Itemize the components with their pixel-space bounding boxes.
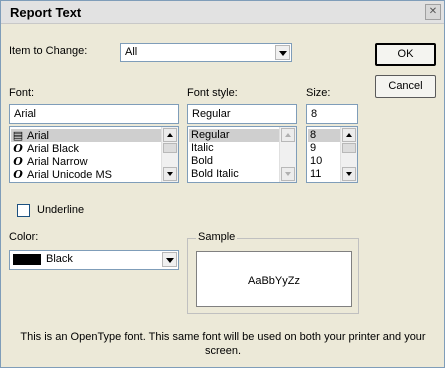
font-list-item[interactable]: ▤ Arial bbox=[11, 129, 161, 142]
cancel-button[interactable]: Cancel bbox=[375, 75, 436, 98]
color-label: Color: bbox=[9, 231, 39, 243]
dialog-title: Report Text bbox=[10, 5, 82, 20]
font-input-value: Arial bbox=[14, 108, 37, 120]
font-style-list-item[interactable]: Regular bbox=[189, 129, 279, 142]
opentype-icon: O bbox=[13, 142, 23, 155]
font-style-input-value: Regular bbox=[192, 108, 231, 120]
item-to-change-label: Item to Change: bbox=[9, 45, 88, 57]
font-style-list-item-label: Bold bbox=[191, 155, 214, 167]
scroll-thumb[interactable] bbox=[163, 143, 177, 153]
font-list-item[interactable]: O Arial Unicode MS bbox=[11, 168, 161, 181]
report-text-dialog: Report Text ✕ Item to Change: All OK Can… bbox=[0, 0, 445, 368]
ok-button[interactable]: OK bbox=[375, 43, 436, 66]
scroll-thumb[interactable] bbox=[342, 143, 356, 153]
sample-preview: AaBbYyZz bbox=[196, 251, 352, 307]
scroll-down-icon[interactable] bbox=[163, 167, 177, 181]
underline-label[interactable]: Underline bbox=[37, 204, 84, 216]
font-style-list-item-label: Italic bbox=[191, 142, 214, 154]
chevron-down-icon[interactable] bbox=[162, 252, 177, 267]
underline-checkbox[interactable] bbox=[17, 204, 30, 217]
font-label: Font: bbox=[9, 87, 35, 99]
font-style-list-item[interactable]: Bold Italic bbox=[189, 168, 279, 181]
size-label: Size: bbox=[306, 87, 331, 99]
scroll-up-icon[interactable] bbox=[281, 128, 295, 142]
color-dropdown[interactable]: Black bbox=[9, 250, 179, 270]
font-list[interactable]: ▤ Arial O Arial Black O Arial Narrow O Arial… bbox=[9, 126, 179, 183]
size-list-item[interactable]: 10 bbox=[308, 155, 340, 168]
font-list-item-label: Arial bbox=[27, 130, 50, 142]
font-style-label: Font style: bbox=[187, 87, 238, 99]
font-list-scrollbar[interactable] bbox=[161, 127, 178, 182]
opentype-icon: O bbox=[13, 155, 23, 168]
size-list-item[interactable]: 8 bbox=[308, 129, 340, 142]
size-input-value: 8 bbox=[311, 108, 318, 120]
font-list-item-label: Arial Unicode MS bbox=[27, 169, 112, 181]
opentype-icon: O bbox=[13, 168, 23, 181]
title-bar[interactable]: Report Text ✕ bbox=[1, 1, 444, 24]
scroll-up-icon[interactable] bbox=[342, 128, 356, 142]
scroll-down-icon[interactable] bbox=[281, 167, 295, 181]
font-style-list-scrollbar[interactable] bbox=[279, 127, 296, 182]
close-icon[interactable]: ✕ bbox=[425, 4, 441, 20]
font-style-list[interactable]: Regular Italic Bold Bold Italic bbox=[187, 126, 297, 183]
truetype-printer-icon: ▤ bbox=[12, 129, 24, 142]
size-list-scrollbar[interactable] bbox=[340, 127, 357, 182]
font-list-item[interactable]: O Arial Black bbox=[11, 142, 161, 155]
font-list-item[interactable]: O Arial Narrow bbox=[11, 155, 161, 168]
chevron-down-icon[interactable] bbox=[275, 45, 290, 60]
size-list-item-label: 9 bbox=[310, 142, 317, 154]
scroll-down-icon[interactable] bbox=[342, 167, 356, 181]
sample-label: Sample bbox=[196, 231, 238, 243]
font-list-item-label: Arial Narrow bbox=[27, 156, 88, 168]
font-list-item-label: Arial Black bbox=[27, 143, 79, 155]
font-input[interactable]: Arial bbox=[9, 104, 179, 124]
color-value: Black bbox=[46, 253, 73, 265]
color-swatch bbox=[13, 254, 41, 265]
font-description: This is an OpenType font. This same font… bbox=[20, 331, 426, 357]
font-style-list-item-label: Bold Italic bbox=[191, 168, 239, 180]
sample-group: Sample AaBbYyZz bbox=[187, 231, 359, 314]
scroll-up-icon[interactable] bbox=[163, 128, 177, 142]
font-style-input[interactable]: Regular bbox=[187, 104, 297, 124]
font-style-list-item-label: Regular bbox=[191, 129, 230, 141]
size-list-item-label: 8 bbox=[310, 129, 317, 141]
size-list-item[interactable]: 11 bbox=[308, 168, 340, 181]
font-style-list-item[interactable]: Bold bbox=[189, 155, 279, 168]
size-list-item-label: 10 bbox=[310, 155, 323, 167]
item-to-change-dropdown[interactable]: All bbox=[120, 43, 292, 62]
size-list-item-label: 11 bbox=[310, 168, 322, 180]
sample-text: AaBbYyZz bbox=[248, 275, 300, 287]
size-input[interactable]: 8 bbox=[306, 104, 358, 124]
size-list-item[interactable]: 9 bbox=[308, 142, 340, 155]
font-style-list-item[interactable]: Italic bbox=[189, 142, 279, 155]
item-to-change-value: All bbox=[125, 46, 138, 58]
size-list[interactable]: 8 9 10 11 bbox=[306, 126, 358, 183]
